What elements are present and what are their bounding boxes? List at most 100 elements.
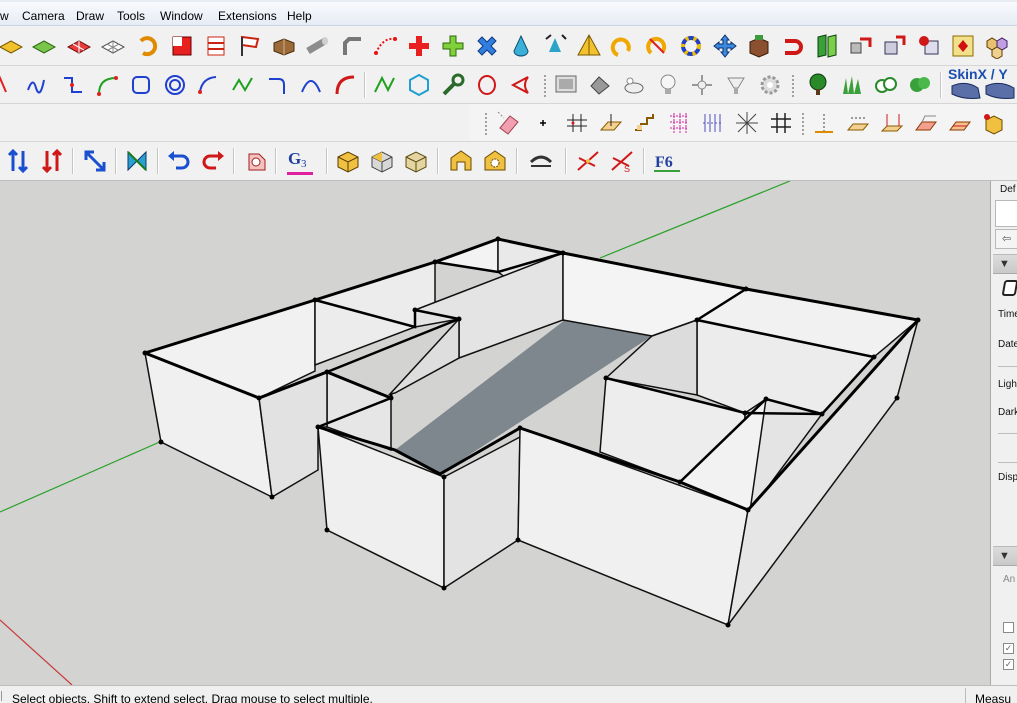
pipe-icon[interactable] [305, 33, 331, 59]
water-icon[interactable] [542, 33, 568, 59]
house-gear-icon[interactable] [482, 148, 508, 174]
diagonal-arrow-icon[interactable] [82, 148, 108, 174]
tray-title[interactable]: Def [1000, 184, 1016, 195]
eraser-pencil-icon[interactable] [496, 110, 522, 136]
s-curve-icon[interactable] [60, 72, 86, 98]
tree-icon[interactable] [805, 72, 831, 98]
ruby-icon[interactable] [950, 33, 976, 59]
columns-icon[interactable] [700, 110, 726, 136]
star-lines-icon[interactable] [734, 110, 760, 136]
menu-camera[interactable]: Camera [22, 9, 65, 23]
menu-window[interactable]: Window [160, 9, 203, 23]
raised-floor-icon[interactable] [879, 110, 905, 136]
skinx-toolbar[interactable]: SkinX / Y [948, 66, 1017, 104]
g3-icon[interactable]: G3 [287, 146, 313, 176]
red-square-icon[interactable] [169, 33, 195, 59]
red-cross-icon[interactable] [406, 33, 432, 59]
back-button[interactable]: ⇦ [995, 229, 1017, 249]
drop-icon[interactable] [508, 33, 534, 59]
point-icon[interactable] [530, 110, 556, 136]
polygon-icon[interactable] [406, 72, 432, 98]
green-line-icon[interactable] [372, 72, 398, 98]
menu-draw[interactable]: Draw [76, 9, 104, 23]
wrench-icon[interactable] [440, 72, 466, 98]
checkbox[interactable]: ✓ [1003, 659, 1014, 670]
checkbox[interactable] [1003, 622, 1014, 633]
cubes-icon[interactable] [984, 33, 1010, 59]
extrude-icon[interactable] [271, 33, 297, 59]
rotate-left-icon[interactable] [166, 148, 192, 174]
yellow-cube-icon[interactable] [335, 148, 361, 174]
toolbar-grip[interactable] [484, 112, 488, 136]
shrub-icon[interactable] [873, 72, 899, 98]
cloud-icon[interactable] [621, 72, 647, 98]
magnet-icon[interactable] [780, 33, 806, 59]
import-icon[interactable] [916, 33, 942, 59]
move-arrows-icon[interactable] [712, 33, 738, 59]
stack-icon[interactable] [203, 33, 229, 59]
curl-icon[interactable] [610, 33, 636, 59]
hook-icon[interactable] [264, 72, 290, 98]
bush-icon[interactable] [907, 72, 933, 98]
toolbar-grip[interactable] [801, 112, 805, 136]
pull-arrows-icon[interactable] [40, 148, 66, 174]
rounded-rect-icon[interactable] [128, 72, 154, 98]
blue-x-icon[interactable] [474, 33, 500, 59]
vertical-line-icon[interactable] [811, 110, 837, 136]
tiles-icon[interactable] [66, 33, 92, 59]
export-icon[interactable] [882, 33, 908, 59]
loop-icon[interactable] [644, 33, 670, 59]
grass-icon[interactable] [839, 72, 865, 98]
ground-face-icon[interactable] [31, 33, 57, 59]
intersect-s-icon[interactable]: S [609, 148, 635, 174]
ramp-icon[interactable] [947, 110, 973, 136]
green-components-icon[interactable] [814, 33, 840, 59]
shadow-toggle-icon[interactable] [1001, 280, 1017, 296]
dark-slider-track[interactable] [998, 433, 1017, 434]
split-cube-icon[interactable] [369, 148, 395, 174]
zigzag-icon[interactable] [230, 72, 256, 98]
display-icon[interactable] [553, 72, 579, 98]
shadows-panel-header[interactable]: ▼ [993, 254, 1017, 274]
stairs-icon[interactable] [632, 110, 658, 136]
menu-extensions[interactable]: Extensions [218, 9, 277, 23]
arc-tool-icon[interactable] [196, 72, 222, 98]
arch-icon[interactable] [298, 72, 324, 98]
red-arc-icon[interactable] [332, 72, 358, 98]
menu-tools[interactable]: Tools [117, 9, 145, 23]
f6-icon[interactable]: F6 [654, 148, 680, 174]
date-slider-track[interactable] [998, 366, 1017, 367]
hash-icon[interactable] [768, 110, 794, 136]
model-viewport[interactable] [0, 181, 990, 685]
spiral-icon[interactable] [162, 72, 188, 98]
grid-lines-icon[interactable] [564, 110, 590, 136]
corner-icon[interactable] [339, 33, 365, 59]
hourglass-icon[interactable] [124, 148, 150, 174]
wave-icon[interactable] [25, 72, 51, 98]
grid-face-icon[interactable] [100, 33, 126, 59]
pyramid-icon[interactable] [576, 33, 602, 59]
bezier-icon[interactable] [373, 33, 399, 59]
shadow-icon[interactable] [587, 72, 613, 98]
gate-icon[interactable] [448, 148, 474, 174]
green-cross-icon[interactable] [440, 33, 466, 59]
arc-bridge-icon[interactable] [528, 148, 554, 174]
cube-plus-icon[interactable] [981, 110, 1007, 136]
ruler-floor-icon[interactable] [845, 110, 871, 136]
dotted-loop-icon[interactable] [678, 33, 704, 59]
slab-icon[interactable] [913, 110, 939, 136]
gear-icon[interactable] [757, 72, 783, 98]
face-icon[interactable] [0, 33, 24, 59]
plane-icon[interactable] [598, 110, 624, 136]
wedge-icon[interactable] [508, 72, 534, 98]
flag-icon[interactable] [237, 33, 263, 59]
shape-icon[interactable] [243, 148, 269, 174]
menu-help[interactable]: Help [287, 9, 312, 23]
push-arrows-icon[interactable] [6, 148, 32, 174]
toolbar-grip[interactable] [543, 74, 547, 98]
fog-panel-header[interactable]: ▼ [993, 546, 1017, 566]
pink-grid-icon[interactable] [666, 110, 692, 136]
box-icon[interactable] [746, 33, 772, 59]
lens-icon[interactable] [474, 72, 500, 98]
rotate-shape-icon[interactable] [135, 33, 161, 59]
